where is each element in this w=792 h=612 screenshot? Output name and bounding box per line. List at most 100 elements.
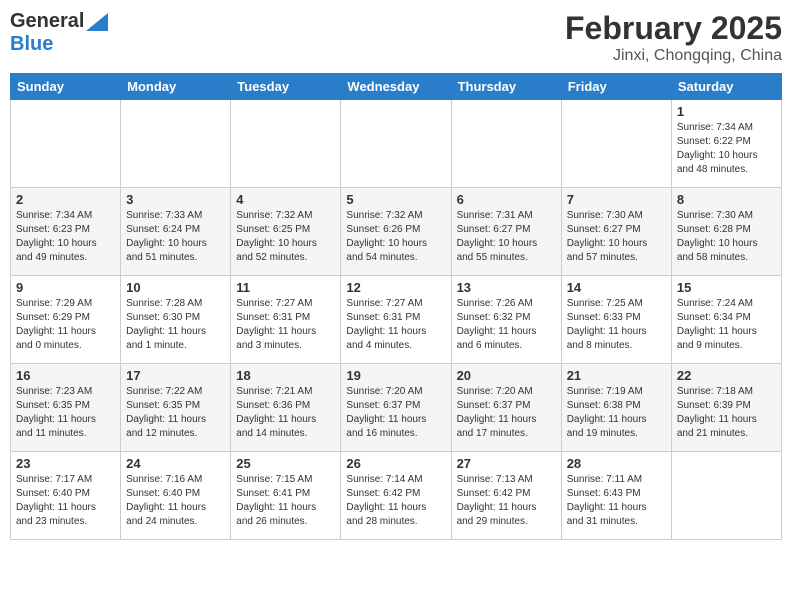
calendar-week-row: 1 Sunrise: 7:34 AM Sunset: 6:22 PM Daylig… — [11, 100, 782, 188]
day-info: Sunrise: 7:25 AM Sunset: 6:33 PM Dayligh… — [567, 297, 666, 353]
day-number: 28 — [567, 456, 666, 471]
calendar-day-cell: 24 Sunrise: 7:16 AM Sunset: 6:40 PM Dayli… — [121, 452, 231, 540]
day-info: Sunrise: 7:21 AM Sunset: 6:36 PM Dayligh… — [236, 385, 335, 441]
calendar-day-cell: 18Sunrise: 7:21 AM Sunset: 6:36 PM Dayli… — [231, 364, 341, 452]
calendar-day-cell: 12 Sunrise: 7:27 AM Sunset: 6:31 PM Dayli… — [341, 276, 451, 364]
logo-triangle-icon — [86, 13, 108, 31]
logo: General Blue — [10, 10, 108, 56]
weekday-header-tuesday: Tuesday — [231, 74, 341, 100]
day-number: 24 — [126, 456, 225, 471]
day-number: 16 — [16, 368, 115, 383]
day-info: Sunrise: 7:27 AM Sunset: 6:31 PM Dayligh… — [346, 297, 445, 353]
title-block: February 2025 Jinxi, Chongqing, China — [565, 10, 782, 65]
day-info: Sunrise: 7:22 AM Sunset: 6:35 PM Dayligh… — [126, 385, 225, 441]
day-info: Sunrise: 7:16 AM Sunset: 6:40 PM Dayligh… — [126, 473, 225, 529]
calendar-day-cell: 25 Sunrise: 7:15 AM Sunset: 6:41 PM Dayli… — [231, 452, 341, 540]
calendar-week-row: 16 Sunrise: 7:23 AM Sunset: 6:35 PM Dayli… — [11, 364, 782, 452]
day-number: 26 — [346, 456, 445, 471]
logo-blue-text: Blue — [10, 33, 108, 56]
day-number: 20 — [457, 368, 556, 383]
day-info: Sunrise: 7:27 AM Sunset: 6:31 PM Dayligh… — [236, 297, 335, 353]
day-number: 27 — [457, 456, 556, 471]
weekday-header-saturday: Saturday — [671, 74, 781, 100]
day-number: 19 — [346, 368, 445, 383]
calendar-day-cell: 16 Sunrise: 7:23 AM Sunset: 6:35 PM Dayli… — [11, 364, 121, 452]
day-info: Sunrise: 7:34 AM Sunset: 6:23 PM Dayligh… — [16, 209, 115, 265]
calendar-day-cell: 15 Sunrise: 7:24 AM Sunset: 6:34 PM Dayli… — [671, 276, 781, 364]
calendar-week-row: 9 Sunrise: 7:29 AM Sunset: 6:29 PM Daylig… — [11, 276, 782, 364]
day-info: Sunrise: 7:19 AM Sunset: 6:38 PM Dayligh… — [567, 385, 666, 441]
calendar-day-cell: 13 Sunrise: 7:26 AM Sunset: 6:32 PM Dayli… — [451, 276, 561, 364]
day-number: 5 — [346, 192, 445, 207]
day-number: 15 — [677, 280, 776, 295]
calendar-day-cell — [451, 100, 561, 188]
calendar-day-cell: 11 Sunrise: 7:27 AM Sunset: 6:31 PM Dayli… — [231, 276, 341, 364]
day-number: 23 — [16, 456, 115, 471]
day-info: Sunrise: 7:15 AM Sunset: 6:41 PM Dayligh… — [236, 473, 335, 529]
calendar-week-row: 2 Sunrise: 7:34 AM Sunset: 6:23 PM Daylig… — [11, 188, 782, 276]
day-info: Sunrise: 7:26 AM Sunset: 6:32 PM Dayligh… — [457, 297, 556, 353]
calendar-day-cell: 6 Sunrise: 7:31 AM Sunset: 6:27 PM Daylig… — [451, 188, 561, 276]
weekday-header-monday: Monday — [121, 74, 231, 100]
calendar-day-cell — [121, 100, 231, 188]
calendar-day-cell: 1 Sunrise: 7:34 AM Sunset: 6:22 PM Daylig… — [671, 100, 781, 188]
calendar-day-cell: 19 Sunrise: 7:20 AM Sunset: 6:37 PM Dayli… — [341, 364, 451, 452]
weekday-header-thursday: Thursday — [451, 74, 561, 100]
calendar-week-row: 23 Sunrise: 7:17 AM Sunset: 6:40 PM Dayli… — [11, 452, 782, 540]
day-number: 9 — [16, 280, 115, 295]
day-info: Sunrise: 7:29 AM Sunset: 6:29 PM Dayligh… — [16, 297, 115, 353]
day-info: Sunrise: 7:17 AM Sunset: 6:40 PM Dayligh… — [16, 473, 115, 529]
calendar-day-cell — [231, 100, 341, 188]
calendar-day-cell: 28 Sunrise: 7:11 AM Sunset: 6:43 PM Dayli… — [561, 452, 671, 540]
day-info: Sunrise: 7:23 AM Sunset: 6:35 PM Dayligh… — [16, 385, 115, 441]
calendar-day-cell: 14 Sunrise: 7:25 AM Sunset: 6:33 PM Dayli… — [561, 276, 671, 364]
day-info: Sunrise: 7:13 AM Sunset: 6:42 PM Dayligh… — [457, 473, 556, 529]
day-number: 8 — [677, 192, 776, 207]
day-number: 2 — [16, 192, 115, 207]
day-info: Sunrise: 7:18 AM Sunset: 6:39 PM Dayligh… — [677, 385, 776, 441]
calendar-table: SundayMondayTuesdayWednesdayThursdayFrid… — [10, 73, 782, 540]
day-info: Sunrise: 7:11 AM Sunset: 6:43 PM Dayligh… — [567, 473, 666, 529]
day-info: Sunrise: 7:20 AM Sunset: 6:37 PM Dayligh… — [346, 385, 445, 441]
calendar-day-cell: 10 Sunrise: 7:28 AM Sunset: 6:30 PM Dayli… — [121, 276, 231, 364]
calendar-day-cell — [341, 100, 451, 188]
weekday-header-friday: Friday — [561, 74, 671, 100]
day-number: 11 — [236, 280, 335, 295]
weekday-header-sunday: Sunday — [11, 74, 121, 100]
page-header: General Blue February 2025 Jinxi, Chongq… — [10, 10, 782, 65]
day-number: 4 — [236, 192, 335, 207]
weekday-header-wednesday: Wednesday — [341, 74, 451, 100]
calendar-day-cell: 8 Sunrise: 7:30 AM Sunset: 6:28 PM Daylig… — [671, 188, 781, 276]
calendar-day-cell: 21 Sunrise: 7:19 AM Sunset: 6:38 PM Dayli… — [561, 364, 671, 452]
calendar-day-cell: 27 Sunrise: 7:13 AM Sunset: 6:42 PM Dayli… — [451, 452, 561, 540]
logo-general-text: General — [10, 10, 84, 33]
day-number: 1 — [677, 104, 776, 119]
day-info: Sunrise: 7:28 AM Sunset: 6:30 PM Dayligh… — [126, 297, 225, 353]
day-info: Sunrise: 7:33 AM Sunset: 6:24 PM Dayligh… — [126, 209, 225, 265]
day-number: 14 — [567, 280, 666, 295]
calendar-day-cell: 3Sunrise: 7:33 AM Sunset: 6:24 PM Daylig… — [121, 188, 231, 276]
day-number: 17 — [126, 368, 225, 383]
day-info: Sunrise: 7:31 AM Sunset: 6:27 PM Dayligh… — [457, 209, 556, 265]
day-info: Sunrise: 7:34 AM Sunset: 6:22 PM Dayligh… — [677, 121, 776, 177]
calendar-day-cell: 2 Sunrise: 7:34 AM Sunset: 6:23 PM Daylig… — [11, 188, 121, 276]
calendar-day-cell: 26Sunrise: 7:14 AM Sunset: 6:42 PM Dayli… — [341, 452, 451, 540]
calendar-day-cell: 4 Sunrise: 7:32 AM Sunset: 6:25 PM Daylig… — [231, 188, 341, 276]
day-info: Sunrise: 7:32 AM Sunset: 6:25 PM Dayligh… — [236, 209, 335, 265]
day-number: 12 — [346, 280, 445, 295]
day-number: 25 — [236, 456, 335, 471]
day-number: 6 — [457, 192, 556, 207]
calendar-day-cell: 23 Sunrise: 7:17 AM Sunset: 6:40 PM Dayli… — [11, 452, 121, 540]
location-subtitle: Jinxi, Chongqing, China — [565, 47, 782, 65]
month-title: February 2025 — [565, 10, 782, 47]
day-number: 13 — [457, 280, 556, 295]
calendar-day-cell: 22Sunrise: 7:18 AM Sunset: 6:39 PM Dayli… — [671, 364, 781, 452]
calendar-day-cell: 17 Sunrise: 7:22 AM Sunset: 6:35 PM Dayli… — [121, 364, 231, 452]
day-number: 21 — [567, 368, 666, 383]
weekday-header-row: SundayMondayTuesdayWednesdayThursdayFrid… — [11, 74, 782, 100]
day-info: Sunrise: 7:24 AM Sunset: 6:34 PM Dayligh… — [677, 297, 776, 353]
calendar-day-cell — [11, 100, 121, 188]
day-info: Sunrise: 7:30 AM Sunset: 6:28 PM Dayligh… — [677, 209, 776, 265]
day-info: Sunrise: 7:32 AM Sunset: 6:26 PM Dayligh… — [346, 209, 445, 265]
day-number: 10 — [126, 280, 225, 295]
